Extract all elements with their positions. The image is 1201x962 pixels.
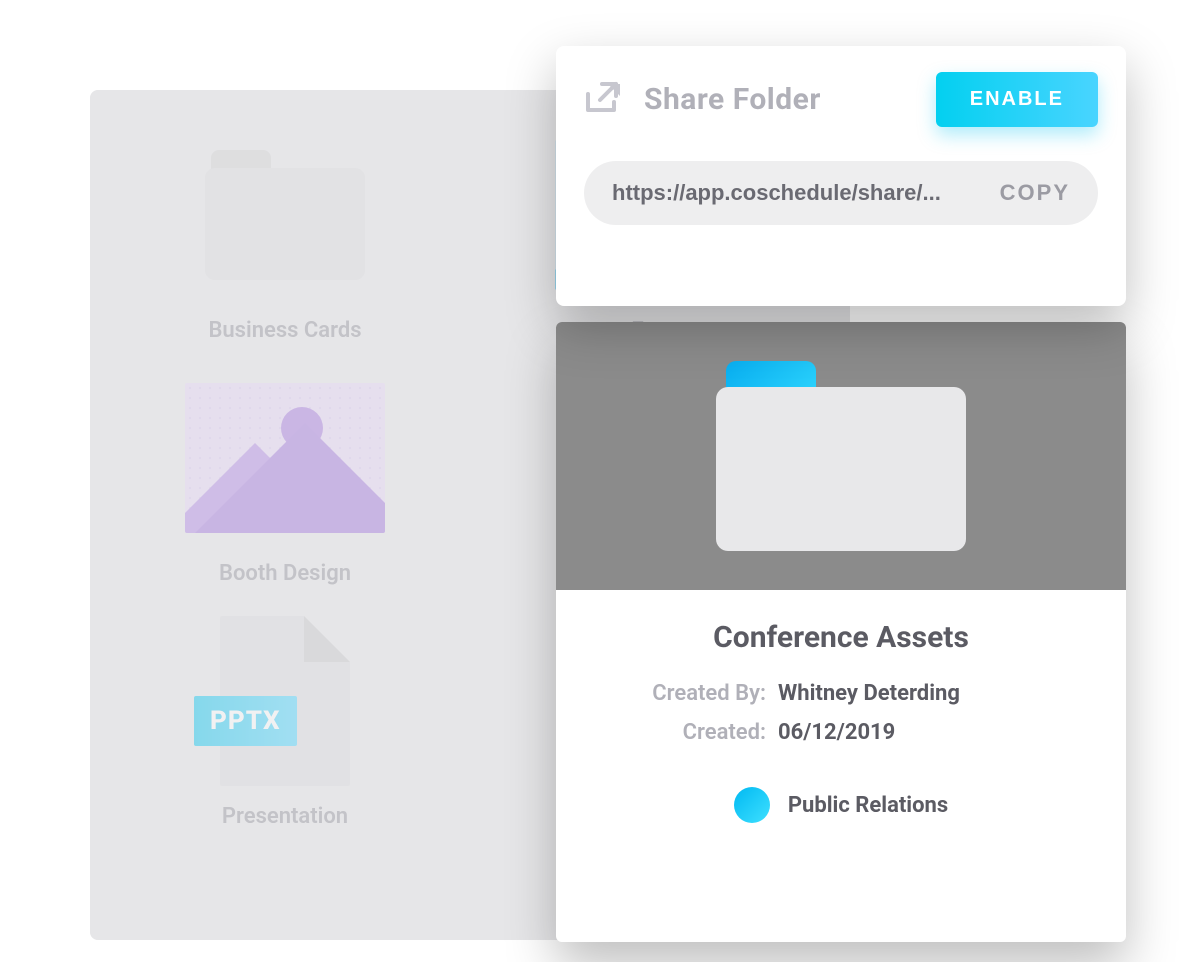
created-label: Created: bbox=[596, 720, 766, 745]
asset-item-booth-design[interactable]: Booth Design bbox=[140, 373, 430, 586]
asset-label: Business Cards bbox=[208, 318, 361, 343]
tag-label: Public Relations bbox=[788, 793, 948, 818]
folder-icon bbox=[205, 150, 365, 280]
asset-item-presentation[interactable]: PPTX Presentation bbox=[140, 616, 430, 829]
tag-color-dot bbox=[734, 787, 770, 823]
folder-details-card: Conference Assets Created By: Whitney De… bbox=[556, 322, 1126, 942]
asset-label: Presentation bbox=[222, 804, 348, 829]
folder-tag[interactable]: Public Relations bbox=[596, 787, 1086, 823]
created-value: 06/12/2019 bbox=[778, 720, 895, 745]
image-icon bbox=[185, 383, 385, 533]
share-url-input[interactable] bbox=[612, 180, 980, 206]
asset-label: Booth Design bbox=[219, 561, 351, 586]
created-by-value: Whitney Deterding bbox=[778, 681, 960, 706]
folder-icon bbox=[716, 361, 966, 551]
share-folder-popover: Share Folder ENABLE COPY bbox=[556, 46, 1126, 306]
copy-button[interactable]: COPY bbox=[1000, 180, 1070, 206]
document-icon: PPTX bbox=[220, 616, 350, 786]
folder-preview bbox=[556, 322, 1126, 590]
created-by-label: Created By: bbox=[596, 681, 766, 706]
filetype-badge: PPTX bbox=[194, 696, 297, 746]
share-icon bbox=[584, 80, 624, 120]
share-title: Share Folder bbox=[644, 82, 916, 117]
asset-item-business-cards[interactable]: Business Cards bbox=[140, 130, 430, 343]
folder-title: Conference Assets bbox=[596, 620, 1086, 655]
enable-button[interactable]: ENABLE bbox=[936, 72, 1098, 127]
